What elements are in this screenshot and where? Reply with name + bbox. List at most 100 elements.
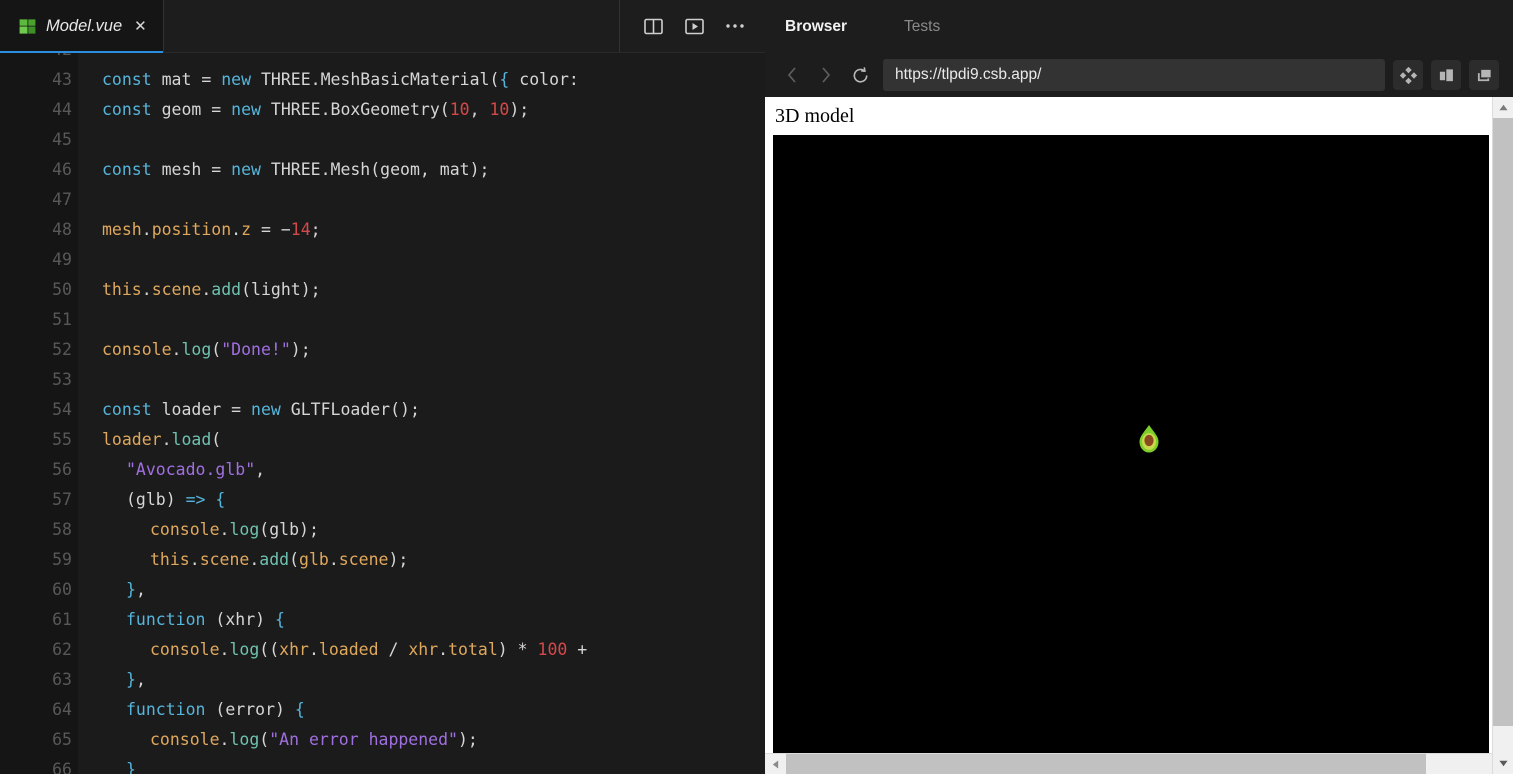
forward-button[interactable] [809,58,843,92]
code-token: ( [211,340,222,359]
code-token: , [255,460,266,479]
copy-windows-icon[interactable] [1469,60,1499,90]
ellipsis-icon[interactable] [724,15,746,37]
tab-tests[interactable]: Tests [904,18,962,36]
code-line[interactable]: (glb) => { [78,485,765,515]
browser-url-actions [1393,60,1501,90]
code-token: − [280,220,291,239]
code-token: ); [509,100,530,119]
tabbar-filler [163,0,620,52]
code-line[interactable]: }, [78,575,765,605]
code-token: . [141,220,152,239]
line-number: 66 [52,760,72,774]
panels-icon[interactable] [1431,60,1461,90]
code-token: "Avocado.glb" [126,460,256,479]
code-line[interactable]: console.log((xhr.loaded / xhr.total) * 1… [78,635,765,665]
browser-tabbar: Browser Tests [765,0,1513,53]
code-line[interactable] [78,53,765,65]
scroll-down-arrow[interactable] [1493,753,1513,774]
code-token: color: [509,70,579,89]
horizontal-scroll-thumb[interactable] [786,754,1426,774]
code-token: ); [290,340,311,359]
tab-browser[interactable]: Browser [785,18,869,36]
code-token: ( [211,430,222,449]
code-token: ) * [497,640,538,659]
code-line[interactable]: const mat = new THREE.MeshBasicMaterial(… [78,65,765,95]
code-line[interactable]: } [78,755,765,774]
code-token: ( [289,550,300,569]
code-line[interactable]: mesh.position.z = −14; [78,215,765,245]
code-line[interactable] [78,365,765,395]
scroll-up-arrow[interactable] [1493,97,1513,118]
code-line[interactable]: function (error) { [78,695,765,725]
line-number: 57 [52,490,72,509]
code-line[interactable]: this.scene.add(light); [78,275,765,305]
code-token: } [126,580,136,599]
code-content[interactable]: const mat = new THREE.MeshBasicMaterial(… [78,53,765,774]
vertical-scroll-thumb[interactable] [1493,118,1513,726]
code-line[interactable]: this.scene.add(glb.scene); [78,545,765,575]
code-line[interactable]: console.log("An error happened"); [78,725,765,755]
code-token: loader [102,430,162,449]
line-number: 64 [52,700,72,719]
line-number: 56 [52,460,72,479]
line-number: 60 [52,580,72,599]
split-editor-icon[interactable] [642,15,664,37]
code-line[interactable]: const mesh = new THREE.Mesh(geom, mat); [78,155,765,185]
code-token: 10 [489,100,510,119]
avocado-3d-model [1139,425,1159,453]
reload-button[interactable] [843,58,877,92]
three-js-canvas[interactable] [773,135,1489,759]
code-line[interactable]: console.log("Done!"); [78,335,765,365]
code-token: . [328,550,339,569]
code-token: = [231,400,252,419]
code-line[interactable]: "Avocado.glb", [78,455,765,485]
code-line[interactable]: function (xhr) { [78,605,765,635]
code-line[interactable]: loader.load( [78,425,765,455]
code-token: { [275,610,285,629]
code-token: . [249,550,260,569]
line-number: 52 [52,340,72,359]
run-preview-icon[interactable] [683,15,705,37]
line-number: 43 [52,70,72,89]
code-token: } [126,670,136,689]
code-token: scene [338,550,389,569]
code-area[interactable]: 42 43 44 45 46 47 48 49 50 51 52 53 54 55 56 57 58 59 60 61… [0,53,765,774]
line-number: 48 [52,220,72,239]
viewport-vertical-scrollbar[interactable] [1492,97,1513,774]
viewport-horizontal-scrollbar[interactable] [765,753,1492,774]
code-token: (light); [241,280,321,299]
back-button[interactable] [775,58,809,92]
code-line[interactable] [78,305,765,335]
horizontal-scroll-track[interactable] [1426,754,1492,774]
scroll-left-arrow[interactable] [765,754,786,774]
code-line[interactable]: console.log(glb); [78,515,765,545]
code-token: mesh [102,220,142,239]
code-token: log [229,520,260,539]
code-token: loader [151,400,232,419]
code-token: . [189,550,200,569]
url-input[interactable] [883,59,1385,91]
line-number: 46 [52,160,72,179]
code-line[interactable] [78,185,765,215]
code-token: 100 [537,640,568,659]
code-token: { [294,700,305,719]
line-number: 47 [52,190,72,209]
code-line[interactable]: const loader = new GLTFLoader(); [78,395,765,425]
code-line[interactable]: }, [78,665,765,695]
editor-tab-model-vue[interactable]: Model.vue ✕ [0,0,164,53]
editor-tabbar: Model.vue ✕ [0,0,765,53]
code-line[interactable]: const geom = new THREE.BoxGeometry(10, 1… [78,95,765,125]
code-token: this [102,280,142,299]
code-token: , [135,580,146,599]
code-line[interactable] [78,245,765,275]
editor-tab-close-icon[interactable]: ✕ [134,19,147,34]
code-line[interactable] [78,125,765,155]
line-number: 62 [52,640,72,659]
diamond-cluster-icon[interactable] [1393,60,1423,90]
code-token: console [150,520,220,539]
line-number: 53 [52,370,72,389]
vertical-scroll-track[interactable] [1493,726,1513,753]
line-number: 49 [52,250,72,269]
code-token: THREE.BoxGeometry( [260,100,450,119]
